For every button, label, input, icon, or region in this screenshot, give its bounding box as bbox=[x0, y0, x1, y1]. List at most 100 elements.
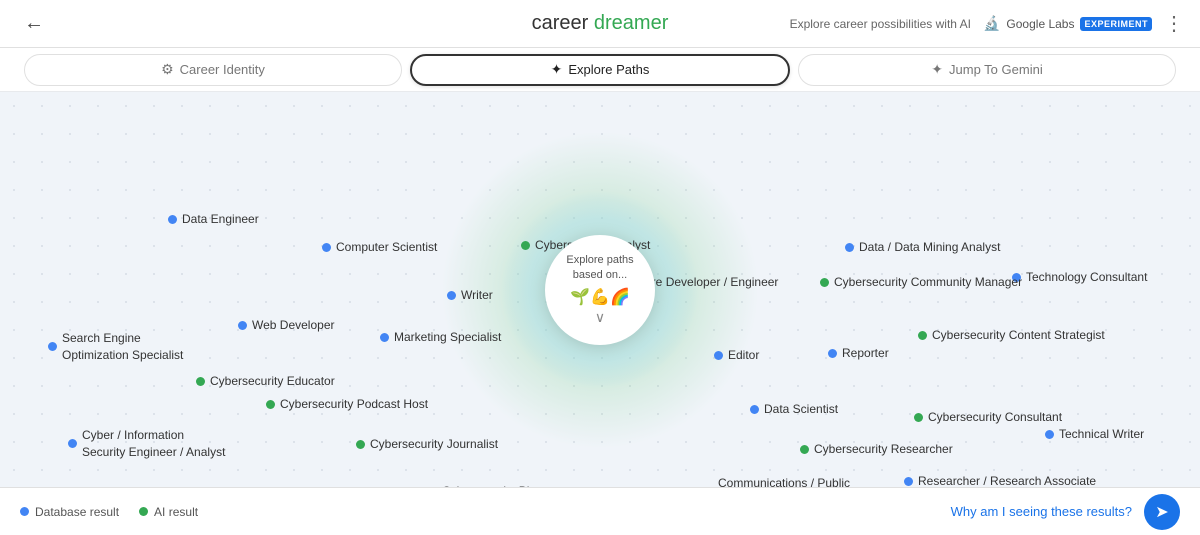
ai-dot bbox=[139, 507, 148, 516]
node-label-cyber-info-security: Cyber / Information Security Engineer / … bbox=[82, 427, 225, 461]
tab-jump-to-gemini-label: Jump To Gemini bbox=[949, 62, 1043, 77]
node-dot-cybersecurity-journalist bbox=[356, 440, 365, 449]
node-dot-cybersecurity-analyst bbox=[521, 241, 530, 250]
back-button[interactable]: ← bbox=[16, 8, 52, 39]
node-writer[interactable]: Writer bbox=[447, 288, 493, 302]
node-label-cybersecurity-researcher: Cybersecurity Researcher bbox=[814, 442, 953, 456]
node-label-reporter: Reporter bbox=[842, 346, 889, 360]
header-left: ← bbox=[16, 8, 52, 39]
center-circle-text: Explore paths based on... bbox=[545, 253, 655, 284]
tab-career-identity-label: Career Identity bbox=[180, 62, 265, 77]
legend: Database result AI result bbox=[20, 505, 198, 519]
node-cybersecurity-consultant[interactable]: Cybersecurity Consultant bbox=[914, 410, 1062, 424]
google-labs: 🔬 Google Labs EXPERIMENT bbox=[983, 15, 1152, 32]
node-dot-search-engine-optimization bbox=[48, 342, 57, 351]
header-subtitle: Explore career possibilities with AI bbox=[790, 17, 971, 31]
node-computer-scientist[interactable]: Computer Scientist bbox=[322, 240, 437, 254]
node-cybersecurity-researcher[interactable]: Cybersecurity Researcher bbox=[800, 442, 953, 456]
node-dot-cybersecurity-researcher bbox=[800, 445, 809, 454]
title-dreamer: dreamer bbox=[594, 12, 668, 34]
center-circle-icons: 🌱💪🌈 bbox=[570, 287, 630, 307]
node-cybersecurity-educator[interactable]: Cybersecurity Educator bbox=[196, 374, 335, 388]
node-communications-pr-specialist[interactable]: Communications / Public Relations Specia… bbox=[704, 475, 850, 487]
node-label-data-scientist: Data Scientist bbox=[764, 402, 838, 416]
node-reporter[interactable]: Reporter bbox=[828, 346, 889, 360]
node-dot-editor bbox=[714, 351, 723, 360]
node-cyber-info-security[interactable]: Cyber / Information Security Engineer / … bbox=[68, 427, 225, 461]
node-label-cybersecurity-educator: Cybersecurity Educator bbox=[210, 374, 335, 388]
node-label-cybersecurity-journalist: Cybersecurity Journalist bbox=[370, 437, 498, 451]
node-label-computer-scientist: Computer Scientist bbox=[336, 240, 437, 254]
experiment-badge: EXPERIMENT bbox=[1080, 17, 1152, 31]
legend-ai: AI result bbox=[139, 505, 198, 519]
node-label-cybersecurity-consultant: Cybersecurity Consultant bbox=[928, 410, 1062, 424]
node-dot-writer bbox=[447, 291, 456, 300]
why-button[interactable]: Why am I seeing these results? bbox=[951, 504, 1132, 519]
node-dot-cybersecurity-educator bbox=[196, 377, 205, 386]
tab-explore-paths[interactable]: ✦ Explore Paths bbox=[410, 54, 790, 86]
more-icon[interactable]: ⋮ bbox=[1164, 11, 1184, 36]
node-label-search-engine-optimization: Search Engine Optimization Specialist bbox=[62, 330, 183, 364]
legend-database: Database result bbox=[20, 505, 119, 519]
center-circle[interactable]: Explore paths based on... 🌱💪🌈 ∨ bbox=[545, 235, 655, 345]
node-label-cybersecurity-content-strategist: Cybersecurity Content Strategist bbox=[932, 328, 1105, 342]
node-dot-cybersecurity-content-strategist bbox=[918, 331, 927, 340]
node-label-communications-pr-specialist: Communications / Public Relations Specia… bbox=[718, 475, 850, 487]
node-label-marketing-specialist: Marketing Specialist bbox=[394, 330, 501, 344]
header: ← career dreamer Explore career possibil… bbox=[0, 0, 1200, 48]
node-label-researcher-associate: Researcher / Research Associate bbox=[918, 474, 1096, 487]
node-dot-data-scientist bbox=[750, 405, 759, 414]
database-dot bbox=[20, 507, 29, 516]
node-researcher-associate[interactable]: Researcher / Research Associate bbox=[904, 474, 1096, 487]
node-technical-writer[interactable]: Technical Writer bbox=[1045, 427, 1144, 441]
node-dot-data-engineer bbox=[168, 215, 177, 224]
node-dot-computer-scientist bbox=[322, 243, 331, 252]
node-label-editor: Editor bbox=[728, 348, 759, 362]
explore-paths-icon: ✦ bbox=[551, 61, 563, 78]
node-label-data-engineer: Data Engineer bbox=[182, 212, 259, 226]
node-dot-marketing-specialist bbox=[380, 333, 389, 342]
node-dot-cybersecurity-consultant bbox=[914, 413, 923, 422]
node-label-technical-writer: Technical Writer bbox=[1059, 427, 1144, 441]
node-dot-cybersecurity-podcast bbox=[266, 400, 275, 409]
google-icon: 🔬 bbox=[983, 15, 1000, 32]
node-web-developer[interactable]: Web Developer bbox=[238, 318, 335, 332]
database-label: Database result bbox=[35, 505, 119, 519]
node-search-engine-optimization[interactable]: Search Engine Optimization Specialist bbox=[48, 330, 183, 364]
tab-career-identity[interactable]: ⚙ Career Identity bbox=[24, 54, 402, 86]
send-button[interactable]: ➤ bbox=[1144, 494, 1180, 530]
node-dot-cybersecurity-community bbox=[820, 278, 829, 287]
nav-tabs: ⚙ Career Identity ✦ Explore Paths ✦ Jump… bbox=[0, 48, 1200, 92]
node-dot-technical-writer bbox=[1045, 430, 1054, 439]
title-career: career bbox=[532, 12, 594, 34]
node-label-technology-consultant: Technology Consultant bbox=[1026, 270, 1147, 284]
node-dot-researcher-associate bbox=[904, 477, 913, 486]
tab-explore-paths-label: Explore Paths bbox=[568, 62, 649, 77]
node-dot-data-mining-analyst bbox=[845, 243, 854, 252]
career-identity-icon: ⚙ bbox=[161, 61, 174, 78]
node-marketing-specialist[interactable]: Marketing Specialist bbox=[380, 330, 501, 344]
node-cybersecurity-content-strategist[interactable]: Cybersecurity Content Strategist bbox=[918, 328, 1105, 342]
footer-right: Why am I seeing these results? ➤ bbox=[951, 494, 1180, 530]
node-data-scientist[interactable]: Data Scientist bbox=[750, 402, 838, 416]
node-dot-web-developer bbox=[238, 321, 247, 330]
node-label-cybersecurity-community: Cybersecurity Community Manager bbox=[834, 275, 1022, 289]
node-cybersecurity-podcast[interactable]: Cybersecurity Podcast Host bbox=[266, 397, 428, 411]
node-cybersecurity-community[interactable]: Cybersecurity Community Manager bbox=[820, 275, 1022, 289]
google-labs-label: Google Labs bbox=[1006, 17, 1074, 31]
node-data-engineer[interactable]: Data Engineer bbox=[168, 212, 259, 226]
jump-to-gemini-icon: ✦ bbox=[931, 61, 943, 78]
node-label-cybersecurity-podcast: Cybersecurity Podcast Host bbox=[280, 397, 428, 411]
footer: Database result AI result Why am I seein… bbox=[0, 487, 1200, 535]
node-label-web-developer: Web Developer bbox=[252, 318, 335, 332]
ai-label: AI result bbox=[154, 505, 198, 519]
node-label-data-mining-analyst: Data / Data Mining Analyst bbox=[859, 240, 1000, 254]
tab-jump-to-gemini[interactable]: ✦ Jump To Gemini bbox=[798, 54, 1176, 86]
center-circle-chevron: ∨ bbox=[595, 309, 605, 326]
node-data-mining-analyst[interactable]: Data / Data Mining Analyst bbox=[845, 240, 1000, 254]
node-technology-consultant[interactable]: Technology Consultant bbox=[1012, 270, 1147, 284]
node-editor[interactable]: Editor bbox=[714, 348, 759, 362]
app-title: career dreamer bbox=[532, 12, 669, 35]
career-canvas: Explore paths based on... 🌱💪🌈 ∨ Data Eng… bbox=[0, 92, 1200, 487]
node-cybersecurity-journalist[interactable]: Cybersecurity Journalist bbox=[356, 437, 498, 451]
